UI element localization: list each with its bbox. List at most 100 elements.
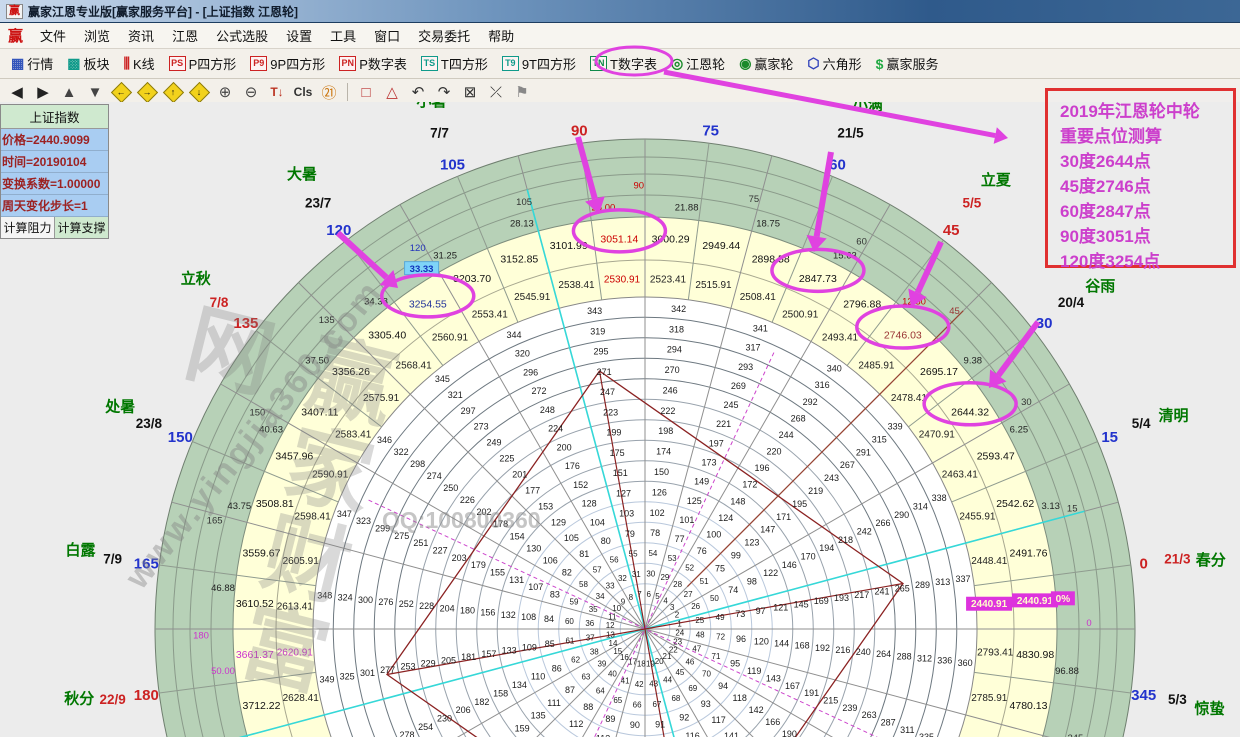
svg-text:90: 90: [634, 180, 645, 191]
svg-text:2493.41: 2493.41: [822, 333, 859, 344]
svg-text:12.50: 12.50: [902, 297, 926, 308]
svg-text:196: 196: [754, 463, 769, 473]
toolbar-separator: [347, 83, 348, 101]
svg-text:3101.99: 3101.99: [550, 240, 588, 252]
svg-text:2: 2: [675, 611, 680, 620]
menu-item-资讯[interactable]: 资讯: [119, 26, 163, 45]
note-line: 2019年江恩轮中轮: [1060, 99, 1233, 124]
svg-text:9.38: 9.38: [964, 355, 983, 366]
svg-text:101: 101: [679, 515, 694, 525]
svg-text:75: 75: [749, 194, 760, 205]
menu-item-江恩[interactable]: 江恩: [163, 26, 207, 45]
menu-item-设置[interactable]: 设置: [277, 26, 321, 45]
toolbar-item-hexagon[interactable]: ⬡六角形: [800, 52, 868, 76]
toolbar-label: 板块: [83, 54, 109, 73]
menu-item-文件[interactable]: 文件: [31, 26, 75, 45]
toolbar-item-t-square[interactable]: TST四方形: [414, 52, 495, 76]
tool-shift-left-icon[interactable]: ←: [109, 81, 133, 103]
svg-text:277: 277: [380, 665, 395, 675]
svg-text:269: 269: [731, 381, 746, 391]
toolbar-item-winner-wheel[interactable]: ◉赢家轮: [732, 52, 800, 76]
tool-flag-tool-button[interactable]: ⚑: [510, 81, 534, 103]
menu-item-浏览[interactable]: 浏览: [75, 26, 119, 45]
svg-text:287: 287: [881, 718, 896, 728]
svg-text:314: 314: [913, 502, 928, 512]
svg-text:1: 1: [677, 619, 682, 628]
svg-text:3000.29: 3000.29: [652, 234, 690, 246]
tool-rotate-down-button[interactable]: ▼: [83, 81, 107, 103]
tool-zoom-out-button[interactable]: ⊖: [239, 81, 263, 103]
toolbar-item-quotes[interactable]: ▦行情: [4, 52, 60, 76]
calc-resistance-button[interactable]: 计算阻力: [1, 217, 55, 238]
svg-text:5: 5: [655, 592, 660, 601]
svg-text:2590.91: 2590.91: [312, 469, 349, 480]
svg-text:春分: 春分: [1196, 551, 1226, 569]
svg-text:小满: 小满: [853, 102, 883, 114]
svg-text:5/5: 5/5: [963, 196, 982, 211]
toolbar-item-sectors[interactable]: ▩板块: [60, 52, 116, 76]
svg-text:251: 251: [413, 538, 428, 548]
svg-text:318: 318: [669, 324, 684, 334]
tool-price-axis-button[interactable]: T↓: [265, 81, 289, 103]
menu-item-工具[interactable]: 工具: [321, 26, 365, 45]
tool-prev-button[interactable]: ◀: [5, 81, 29, 103]
svg-text:150: 150: [249, 408, 265, 419]
svg-text:145: 145: [794, 599, 809, 609]
toolbar-item-p-square[interactable]: PSP四方形: [162, 52, 244, 76]
svg-text:3356.26: 3356.26: [332, 366, 370, 378]
ps-badge-icon: PS: [169, 56, 186, 71]
toolbar-item-kline[interactable]: ⫼K线: [117, 52, 162, 76]
svg-text:147: 147: [760, 525, 775, 535]
toolbar-item-9p-square[interactable]: P99P四方形: [243, 52, 332, 76]
svg-text:117: 117: [711, 715, 725, 725]
tool-fit-tool-button[interactable]: ⊠: [458, 81, 482, 103]
menu-item-帮助[interactable]: 帮助: [479, 26, 523, 45]
coefficient-row: 变换系数=1.00000: [1, 173, 108, 195]
tool-shift-right-icon[interactable]: →: [135, 81, 159, 103]
svg-text:250: 250: [443, 483, 458, 493]
svg-text:50.00: 50.00: [211, 666, 235, 677]
menu-item-交易委托[interactable]: 交易委托: [409, 26, 479, 45]
tool-square-tool-button[interactable]: □: [354, 81, 378, 103]
tool-rotate-up-button[interactable]: ▲: [57, 81, 81, 103]
tool-shift-down-icon[interactable]: ↓: [187, 81, 211, 103]
toolbar-item-gann-wheel[interactable]: ◎江恩轮: [664, 52, 732, 76]
menu-item-窗口[interactable]: 窗口: [365, 26, 409, 45]
svg-text:2440.91: 2440.91: [971, 599, 1008, 610]
toolbar-label: 赢家轮: [754, 54, 793, 73]
svg-text:154: 154: [510, 531, 525, 541]
tool-shift-up-icon[interactable]: ↑: [161, 81, 185, 103]
tool-rotate-ccw-button[interactable]: ↶: [406, 81, 430, 103]
tool-rotate-cw-button[interactable]: ↷: [432, 81, 456, 103]
svg-text:13: 13: [606, 630, 615, 639]
svg-text:316: 316: [815, 380, 830, 390]
toolbar-item-p-table[interactable]: PNP数字表: [332, 52, 414, 76]
svg-text:296: 296: [523, 367, 538, 377]
tool-triangle-tool-button[interactable]: △: [380, 81, 404, 103]
svg-text:5/3: 5/3: [1168, 692, 1187, 707]
menu-item-公式选股[interactable]: 公式选股: [207, 26, 277, 45]
svg-text:179: 179: [471, 560, 486, 570]
svg-text:32: 32: [618, 574, 627, 583]
svg-text:谷雨: 谷雨: [1085, 278, 1115, 295]
svg-text:49: 49: [716, 613, 725, 622]
toolbar-item-t-table[interactable]: TNT数字表: [583, 52, 664, 76]
tool-cls-button[interactable]: Cls: [291, 81, 315, 103]
svg-text:46: 46: [685, 657, 694, 666]
svg-text:111: 111: [547, 698, 561, 708]
tool-next-button[interactable]: ▶: [31, 81, 55, 103]
svg-text:2455.91: 2455.91: [959, 512, 996, 523]
svg-text:119: 119: [747, 666, 761, 676]
svg-text:253: 253: [400, 662, 415, 672]
tool-calendar-button[interactable]: ㉑: [317, 81, 341, 103]
calc-support-button[interactable]: 计算支撑: [55, 217, 108, 238]
svg-text:2695.17: 2695.17: [920, 366, 958, 378]
toolbar-item-9t-square[interactable]: T99T四方形: [495, 52, 583, 76]
tool-zoom-in-button[interactable]: ⊕: [213, 81, 237, 103]
svg-text:15: 15: [1101, 429, 1118, 446]
arrow-glyph: ↓: [197, 87, 202, 97]
svg-text:8: 8: [629, 593, 634, 602]
tool-cross-tool-button[interactable]: ⤫: [484, 81, 508, 103]
svg-text:165: 165: [207, 515, 223, 526]
toolbar-item-service[interactable]: $赢家服务: [869, 52, 946, 76]
